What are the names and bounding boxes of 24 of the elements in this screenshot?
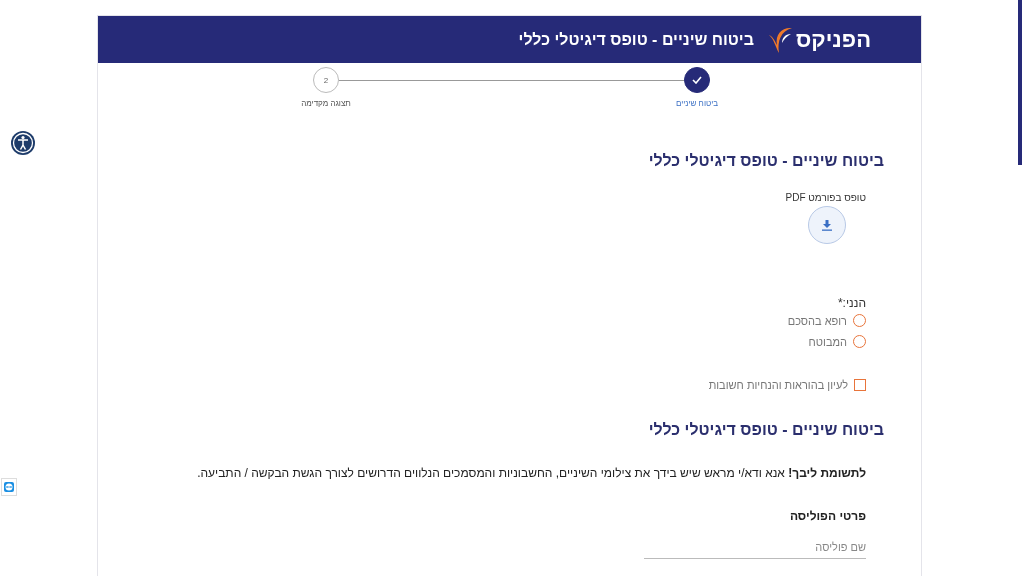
- checkbox[interactable]: [854, 378, 866, 391]
- logo-text: הפניקס: [795, 26, 871, 53]
- notice-text: לתשומת ליבך! אנא ודא/י מראש שיש בידך את צילומי השיניים, החשבוניות והמסמכים הנלווים הדרושים לצורך הגשת הבקשה / התביעה.: [197, 465, 866, 481]
- checkbox-label: לעיון בהוראות והנחיות חשובות: [708, 378, 848, 391]
- radio-button[interactable]: [853, 314, 866, 327]
- step-number-circle[interactable]: 2: [313, 67, 339, 93]
- step-label: תצוגה מקדימה: [301, 99, 351, 108]
- radio-label: רופא בהסכם: [787, 314, 847, 327]
- subheading: פרטי הפוליסה: [789, 509, 866, 523]
- check-icon: [692, 76, 702, 84]
- pdf-label: טופס בפורמט PDF: [785, 192, 866, 203]
- step-label: ביטוח שיניים: [675, 99, 719, 108]
- step-complete-circle[interactable]: [684, 67, 710, 93]
- question-label: הנני:*: [837, 296, 866, 310]
- download-icon: [822, 219, 832, 231]
- radio-button[interactable]: [853, 335, 866, 348]
- radio-label: המבוטח: [808, 335, 847, 348]
- accessibility-icon[interactable]: [10, 130, 36, 156]
- header-title: ביטוח שיניים - טופס דיגיטלי כללי: [518, 30, 754, 49]
- section-title: ביטוח שיניים - טופס דיגיטלי כללי: [648, 152, 884, 170]
- section-title: ביטוח שיניים - טופס דיגיטלי כללי: [648, 421, 884, 439]
- download-button[interactable]: [808, 206, 846, 244]
- scrollbar[interactable]: [1018, 0, 1022, 165]
- remote-support-icon[interactable]: [1, 478, 17, 496]
